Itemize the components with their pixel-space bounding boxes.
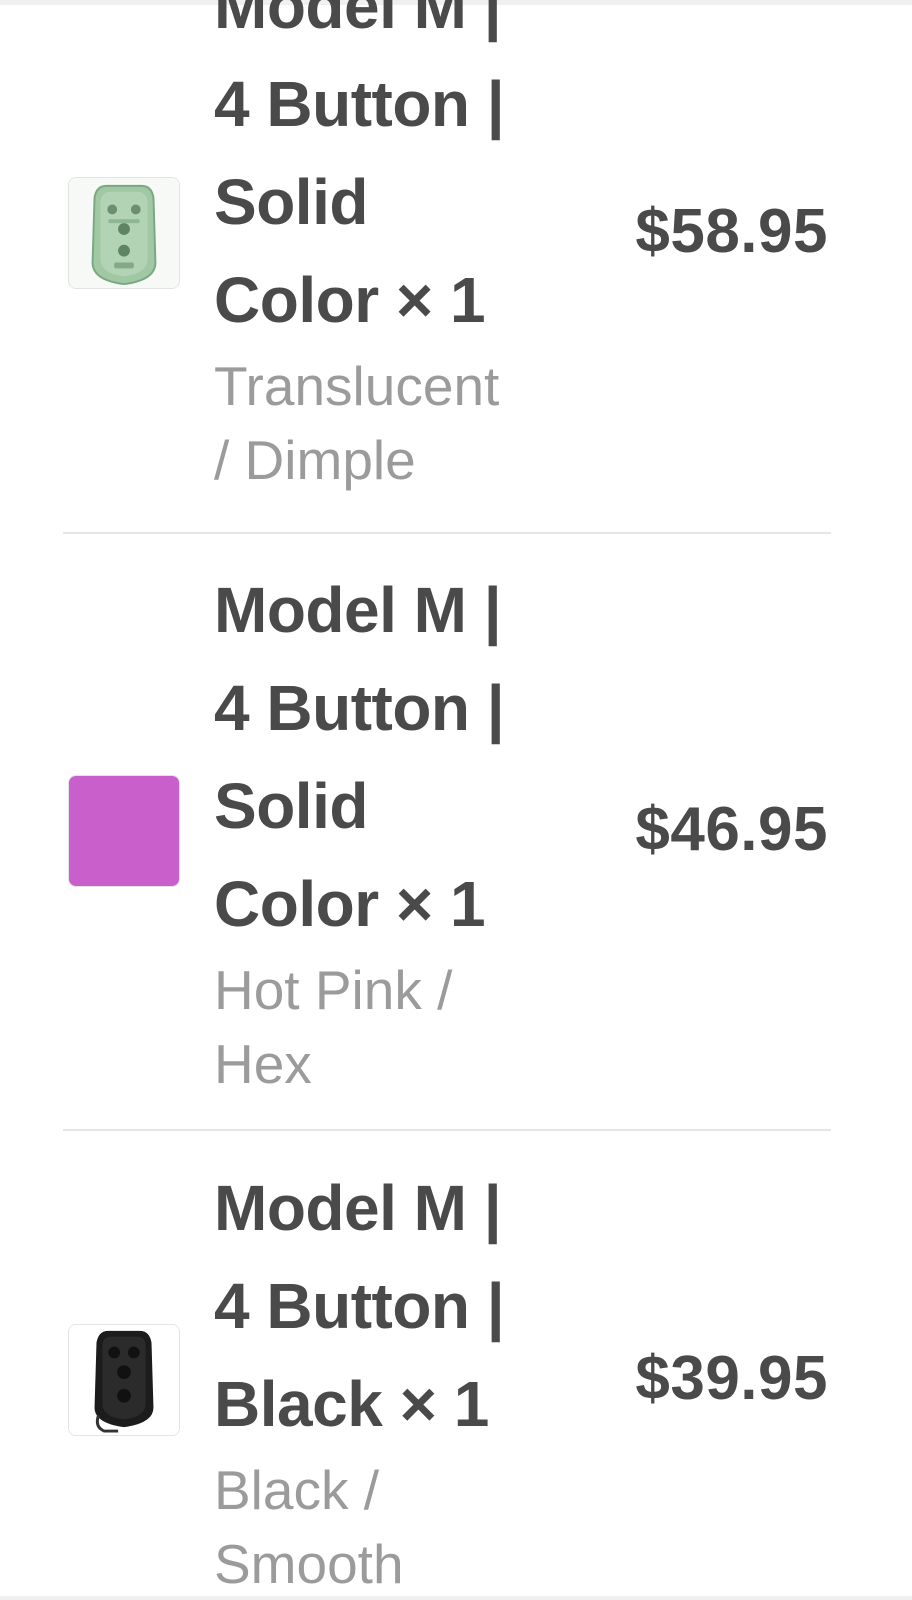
product-thumbnail bbox=[68, 1324, 180, 1436]
variant-line: Hot Pink / bbox=[214, 959, 453, 1021]
line-price: $58.95 bbox=[635, 197, 828, 266]
line-price: $39.95 bbox=[635, 1344, 828, 1413]
variant-options: Black / Smooth bbox=[214, 1453, 554, 1600]
bottom-edge bbox=[0, 1596, 912, 1600]
product-title-line: Color × 1 bbox=[214, 264, 486, 336]
product-thumbnail bbox=[68, 775, 180, 887]
product-title-line: Model M | bbox=[214, 1172, 502, 1244]
product-title-line: Color × 1 bbox=[214, 868, 486, 940]
order-summary-list: Model M | 4 Button | Solid Color × 1 Transl… bbox=[0, 0, 912, 1600]
item-divider bbox=[63, 1129, 831, 1131]
hot-pink-swatch-icon bbox=[69, 776, 179, 886]
product-title-line: Model M | bbox=[214, 0, 502, 42]
black-key-fob-icon bbox=[69, 1325, 179, 1435]
variant-options: Hot Pink / Hex bbox=[214, 953, 554, 1101]
variant-line: Hex bbox=[214, 1033, 312, 1095]
product-title[interactable]: Model M | 4 Button | Solid Color × 1 bbox=[214, 561, 554, 953]
product-title-line: Black × 1 bbox=[214, 1368, 489, 1440]
variant-line: Smooth bbox=[214, 1533, 404, 1595]
variant-options: Translucent / Dimple bbox=[214, 349, 554, 497]
product-thumbnail bbox=[68, 177, 180, 289]
product-title-line: Solid bbox=[214, 770, 368, 842]
product-title-line: Solid bbox=[214, 166, 368, 238]
product-title[interactable]: Model M | 4 Button | Solid Color × 1 bbox=[214, 0, 554, 349]
item-divider bbox=[63, 532, 831, 534]
product-title-line: 4 Button | bbox=[214, 672, 505, 744]
product-title-line: 4 Button | bbox=[214, 68, 505, 140]
product-title[interactable]: Model M | 4 Button | Black × 1 bbox=[214, 1159, 554, 1453]
variant-line: Black / bbox=[214, 1459, 380, 1521]
variant-line: / Dimple bbox=[214, 429, 416, 491]
variant-line: Translucent bbox=[214, 355, 500, 417]
line-price: $46.95 bbox=[635, 795, 828, 864]
product-title-line: Model M | bbox=[214, 574, 502, 646]
translucent-green-key-fob-icon bbox=[69, 178, 179, 288]
product-title-line: 4 Button | bbox=[214, 1270, 505, 1342]
